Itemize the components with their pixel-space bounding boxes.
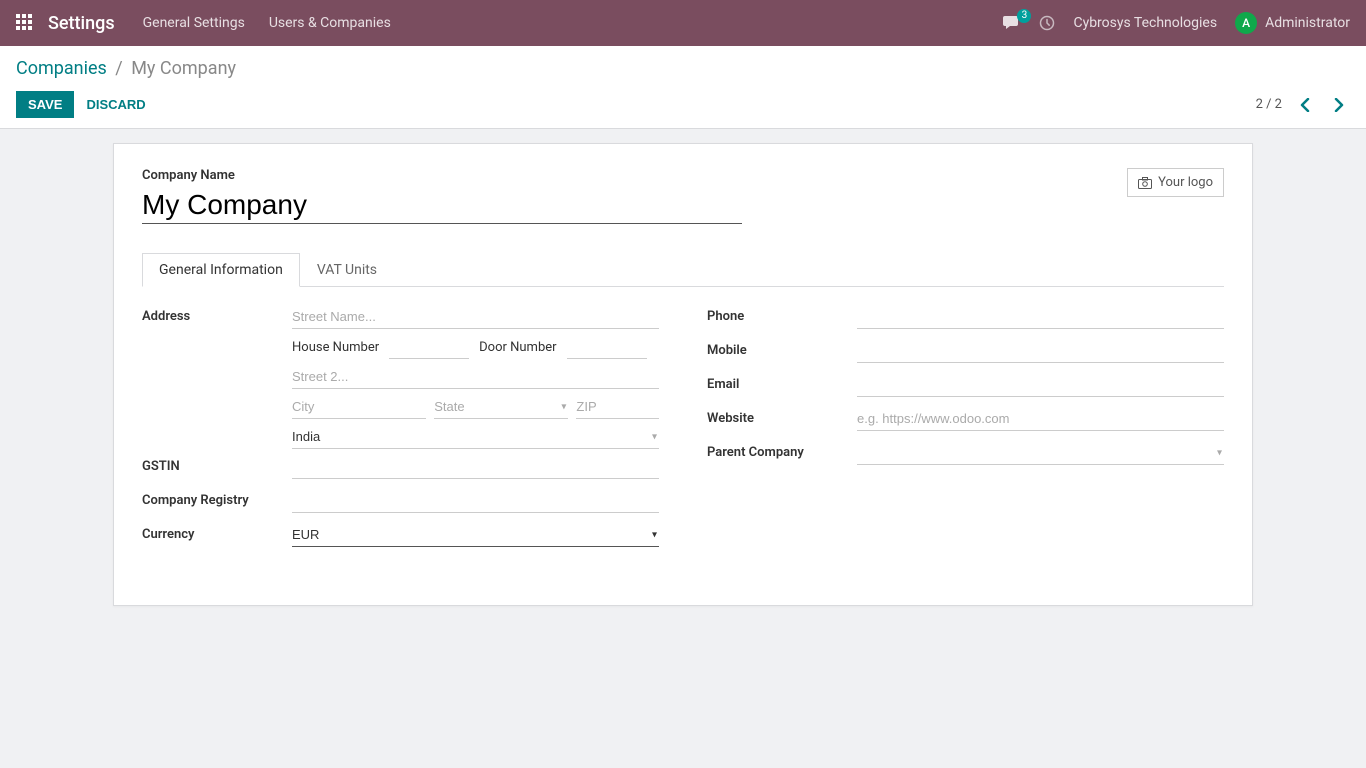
phone-label: Phone bbox=[707, 305, 857, 324]
parent-company-input[interactable] bbox=[857, 441, 1224, 465]
action-bar: Companies / My Company SAVE DISCARD 2 / … bbox=[0, 46, 1366, 129]
street-input[interactable] bbox=[292, 305, 659, 329]
tab-vat-units[interactable]: VAT Units bbox=[300, 253, 394, 287]
company-switcher[interactable]: Cybrosys Technologies bbox=[1073, 15, 1217, 31]
breadcrumb-current: My Company bbox=[131, 58, 236, 79]
website-input[interactable] bbox=[857, 407, 1224, 431]
app-title: Settings bbox=[48, 13, 115, 34]
address-label: Address bbox=[142, 305, 292, 324]
door-number-input[interactable] bbox=[567, 335, 647, 359]
email-input[interactable] bbox=[857, 373, 1224, 397]
mobile-label: Mobile bbox=[707, 339, 857, 358]
tab-general-information[interactable]: General Information bbox=[142, 253, 300, 287]
top-navbar: Settings General Settings Users & Compan… bbox=[0, 0, 1366, 46]
left-column: Address House Number Door Number bbox=[142, 305, 659, 557]
logo-upload[interactable]: Your logo bbox=[1127, 168, 1224, 197]
right-column: Phone Mobile Email Website Parent Compan… bbox=[707, 305, 1224, 557]
user-menu[interactable]: A Administrator bbox=[1235, 12, 1350, 34]
messages-icon[interactable]: 3 bbox=[1003, 15, 1021, 31]
company-registry-input[interactable] bbox=[292, 489, 659, 513]
form-sheet: Company Name Your logo General Informati… bbox=[113, 143, 1253, 606]
gstin-label: GSTIN bbox=[142, 455, 292, 474]
save-button[interactable]: SAVE bbox=[16, 91, 74, 118]
nav-users-companies[interactable]: Users & Companies bbox=[269, 15, 391, 31]
house-number-label: House Number bbox=[292, 340, 379, 355]
messages-badge: 3 bbox=[1017, 9, 1031, 23]
phone-input[interactable] bbox=[857, 305, 1224, 329]
user-name: Administrator bbox=[1265, 15, 1350, 31]
currency-label: Currency bbox=[142, 523, 292, 542]
house-number-input[interactable] bbox=[389, 335, 469, 359]
pager-next[interactable] bbox=[1328, 94, 1350, 116]
nav-general-settings[interactable]: General Settings bbox=[143, 15, 245, 31]
street2-input[interactable] bbox=[292, 365, 659, 389]
gstin-input[interactable] bbox=[292, 455, 659, 479]
company-name-label: Company Name bbox=[142, 168, 742, 183]
pager: 2 / 2 bbox=[1256, 94, 1350, 116]
discard-button[interactable]: DISCARD bbox=[74, 91, 157, 118]
apps-icon[interactable] bbox=[16, 14, 34, 32]
tabs: General Information VAT Units bbox=[142, 252, 1224, 287]
breadcrumb: Companies / My Company bbox=[16, 58, 1350, 79]
city-input[interactable] bbox=[292, 395, 426, 419]
pager-prev[interactable] bbox=[1294, 94, 1316, 116]
website-label: Website bbox=[707, 407, 857, 426]
parent-company-label: Parent Company bbox=[707, 441, 857, 460]
camera-icon bbox=[1138, 177, 1152, 189]
door-number-label: Door Number bbox=[479, 340, 556, 355]
breadcrumb-parent[interactable]: Companies bbox=[16, 58, 107, 79]
logo-label: Your logo bbox=[1158, 175, 1213, 190]
zip-input[interactable] bbox=[576, 395, 659, 419]
pager-text: 2 / 2 bbox=[1256, 97, 1282, 112]
currency-input[interactable] bbox=[292, 523, 659, 547]
mobile-input[interactable] bbox=[857, 339, 1224, 363]
email-label: Email bbox=[707, 373, 857, 392]
activity-icon[interactable] bbox=[1039, 15, 1055, 31]
company-name-input[interactable] bbox=[142, 187, 742, 224]
avatar: A bbox=[1235, 12, 1257, 34]
company-registry-label: Company Registry bbox=[142, 489, 292, 508]
country-input[interactable] bbox=[292, 425, 659, 449]
state-input[interactable] bbox=[434, 395, 568, 419]
